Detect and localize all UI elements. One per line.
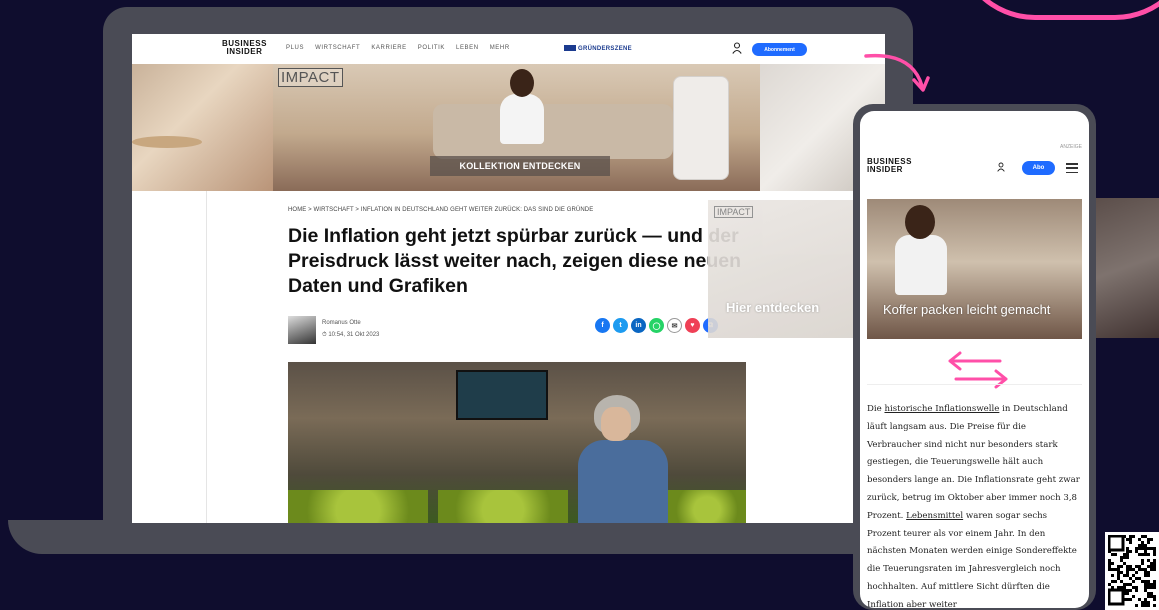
linkedin-icon[interactable]: in	[631, 318, 646, 333]
mobile-screen: ANZEIGE BUSINESS INSIDER Abo Koffer pack…	[860, 111, 1089, 608]
person-figure	[498, 69, 546, 154]
twitter-icon[interactable]: t	[613, 318, 628, 333]
side-ad-cta[interactable]: Hier entdecken	[726, 300, 819, 315]
mobile-subscribe-button[interactable]: Abo	[1022, 161, 1055, 175]
store-sign	[456, 370, 548, 420]
left-divider	[206, 191, 207, 523]
woman-figure	[578, 440, 668, 523]
publish-timestamp: ⏱ 10:54, 31 Okt 2023	[322, 332, 380, 338]
main-navigation: PLUS WIRTSCHAFT KARRIERE POLITIK LEBEN M…	[286, 45, 510, 51]
subscribe-button[interactable]: Abonnement	[752, 43, 807, 56]
inline-link[interactable]: Lebensmittel	[906, 511, 963, 521]
article-body-text: Die historische Inflationswelle in Deuts…	[867, 401, 1083, 608]
impact-badge: IMPACT	[278, 68, 343, 87]
table-shape	[132, 136, 202, 148]
advertisement-banner[interactable]: IMPACT KOLLEKTION ENTDECKEN	[273, 64, 760, 191]
woman-face	[601, 407, 631, 441]
fruit-display	[288, 490, 428, 523]
user-icon[interactable]	[732, 42, 742, 54]
nav-item-leben[interactable]: LEBEN	[456, 45, 479, 51]
author-avatar[interactable]	[288, 316, 316, 344]
side-ad-badge: IMPACT	[714, 206, 754, 218]
body-text-segment: waren sogar sechs Prozent teurer als vor…	[867, 510, 1077, 608]
mobile-advertisement[interactable]: Koffer packen leicht gemacht	[867, 199, 1082, 339]
nav-item-wirtschaft[interactable]: WIRTSCHAFT	[315, 45, 360, 51]
email-icon[interactable]: ✉	[667, 318, 682, 333]
curved-arrow-icon	[864, 53, 930, 92]
fruit-display	[668, 490, 746, 523]
nav-item-mehr[interactable]: MEHR	[490, 45, 510, 51]
facebook-icon[interactable]: f	[595, 318, 610, 333]
article-hero-image	[288, 362, 746, 523]
hamburger-menu-icon[interactable]	[1066, 163, 1078, 173]
swap-arrows-icon	[948, 351, 1008, 389]
mobile-business-insider-logo[interactable]: BUSINESS INSIDER	[867, 158, 912, 174]
nav-item-plus[interactable]: PLUS	[286, 45, 304, 51]
qr-code-icon[interactable]	[1105, 532, 1159, 610]
nav-item-karriere[interactable]: KARRIERE	[371, 45, 406, 51]
desktop-screen: BUSINESS INSIDER PLUS WIRTSCHAFT KARRIER…	[132, 34, 885, 523]
business-insider-logo[interactable]: BUSINESS INSIDER	[222, 40, 267, 56]
sofa-shape	[433, 104, 673, 159]
article-headline: Die Inflation geht jetzt spürbar zurück …	[288, 225, 742, 297]
mobile-user-icon[interactable]	[997, 162, 1005, 172]
person-head	[905, 205, 935, 239]
breadcrumb[interactable]: HOME > WIRTSCHAFT > INFLATION IN DEUTSCH…	[288, 207, 593, 213]
banner-cta-button[interactable]: KOLLEKTION ENTDECKEN	[430, 156, 610, 176]
fruit-display	[438, 490, 568, 523]
person-figure	[895, 235, 947, 295]
body-text-segment: Die	[867, 404, 885, 414]
whatsapp-icon[interactable]: ◯	[649, 318, 664, 333]
background-suitcase-image	[1089, 198, 1159, 338]
nav-item-politik[interactable]: POLITIK	[418, 45, 445, 51]
decorative-pink-arc	[955, 0, 1159, 20]
share-bar: ftin◯✉♥⧉	[595, 318, 718, 333]
inline-link[interactable]: historische Inflationswelle	[884, 404, 999, 414]
ad-label: ANZEIGE	[1060, 144, 1082, 150]
body-text-segment: in Deutschland läuft langsam aus. Die Pr…	[867, 404, 1080, 521]
pocket-icon[interactable]: ♥	[685, 318, 700, 333]
author-name[interactable]: Romanus Otte	[322, 320, 361, 326]
mobile-ad-caption: Koffer packen leicht gemacht	[883, 302, 1051, 317]
suitcase-shape	[673, 76, 729, 180]
gruenderszene-link[interactable]: GRÜNDERSZENE	[564, 45, 632, 52]
divider	[867, 384, 1082, 385]
banner-left-image	[132, 64, 273, 191]
